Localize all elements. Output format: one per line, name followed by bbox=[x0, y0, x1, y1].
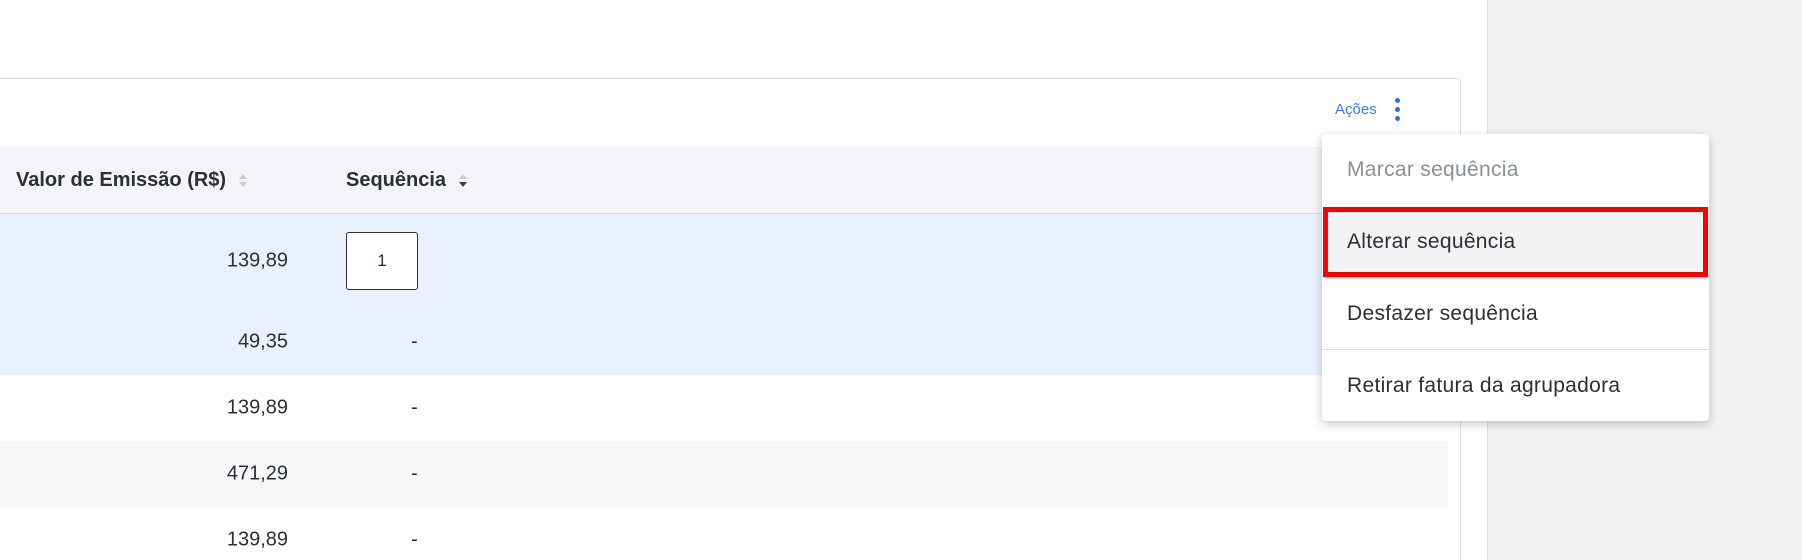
actions-link[interactable]: Ações bbox=[1335, 101, 1377, 118]
invoice-table: Valor de Emissão (R$) Sequência 139,89 1… bbox=[0, 147, 1448, 560]
column-header-label: Sequência bbox=[346, 169, 447, 191]
cell-valor-emissao: 139,89 bbox=[226, 528, 288, 551]
cell-valor-emissao: 139,89 bbox=[226, 249, 288, 272]
sequence-input[interactable]: 1 bbox=[346, 232, 418, 290]
cell-sequencia: - bbox=[411, 528, 418, 551]
actions-bar: Ações bbox=[0, 79, 1460, 147]
column-header-valor-emissao[interactable]: Valor de Emissão (R$) bbox=[16, 169, 248, 192]
cell-sequencia: - bbox=[411, 462, 418, 485]
invoice-table-card: Ações Valor de Emissão (R$) Sequência 13… bbox=[0, 78, 1461, 560]
menu-item-marcar-sequencia: Marcar sequência bbox=[1347, 158, 1519, 181]
table-header: Valor de Emissão (R$) Sequência bbox=[0, 147, 1448, 214]
column-header-sequencia[interactable]: Sequência bbox=[346, 169, 468, 192]
kebab-vertical-icon[interactable] bbox=[1390, 95, 1404, 127]
cell-sequencia: - bbox=[411, 330, 418, 352]
table-row[interactable]: 139,89 - bbox=[0, 375, 1448, 441]
menu-item-alterar-sequencia[interactable]: Alterar sequência bbox=[1322, 206, 1709, 278]
menu-item-retirar-fatura[interactable]: Retirar fatura da agrupadora bbox=[1322, 350, 1709, 421]
table-row[interactable]: 139,89 - bbox=[0, 507, 1448, 560]
cell-sequencia: - bbox=[411, 396, 418, 419]
menu-item-desfazer-sequencia[interactable]: Desfazer sequência bbox=[1322, 278, 1709, 350]
sort-descending-icon[interactable] bbox=[458, 172, 468, 190]
column-header-label: Valor de Emissão (R$) bbox=[16, 169, 227, 191]
cell-valor-emissao: 139,89 bbox=[226, 396, 288, 419]
cell-valor-emissao: 471,29 bbox=[226, 462, 288, 485]
actions-dropdown-menu: Marcar sequência Alterar sequência Desfa… bbox=[1322, 134, 1709, 421]
table-row[interactable]: 471,29 - bbox=[0, 441, 1448, 507]
sort-icon[interactable] bbox=[238, 172, 248, 190]
cell-valor-emissao: 49,35 bbox=[237, 330, 288, 352]
table-row[interactable]: 139,89 1 bbox=[0, 214, 1448, 308]
table-row[interactable]: 49,35 - bbox=[0, 308, 1448, 375]
